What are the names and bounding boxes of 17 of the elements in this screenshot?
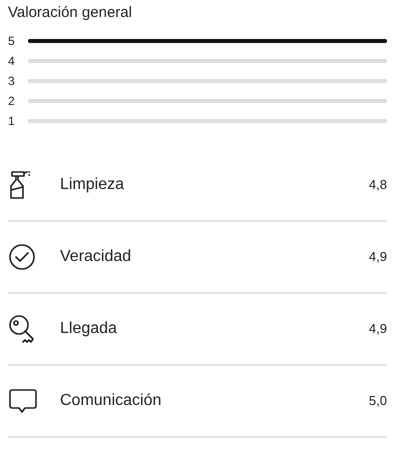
category-score: 4,9: [368, 320, 387, 338]
section-title: Valoración general: [8, 3, 133, 23]
rating-label: 4: [8, 52, 16, 70]
category-label: Llegada: [60, 319, 118, 339]
rating-label: 2: [8, 92, 16, 110]
key-icon: [8, 314, 36, 344]
category-score: 4,8: [368, 176, 387, 194]
chat-bubble-icon: [8, 387, 38, 415]
rating-label: 3: [8, 72, 16, 90]
rating-label: 5: [8, 32, 16, 50]
category-label: Limpieza: [60, 175, 126, 195]
rating-label: 1: [8, 112, 16, 130]
category-label: Comunicación: [60, 391, 162, 411]
check-circle-icon: [8, 243, 36, 271]
category-label: Veracidad: [60, 247, 132, 267]
category-score: 4,9: [368, 248, 387, 266]
category-score: 5,0: [368, 392, 387, 410]
